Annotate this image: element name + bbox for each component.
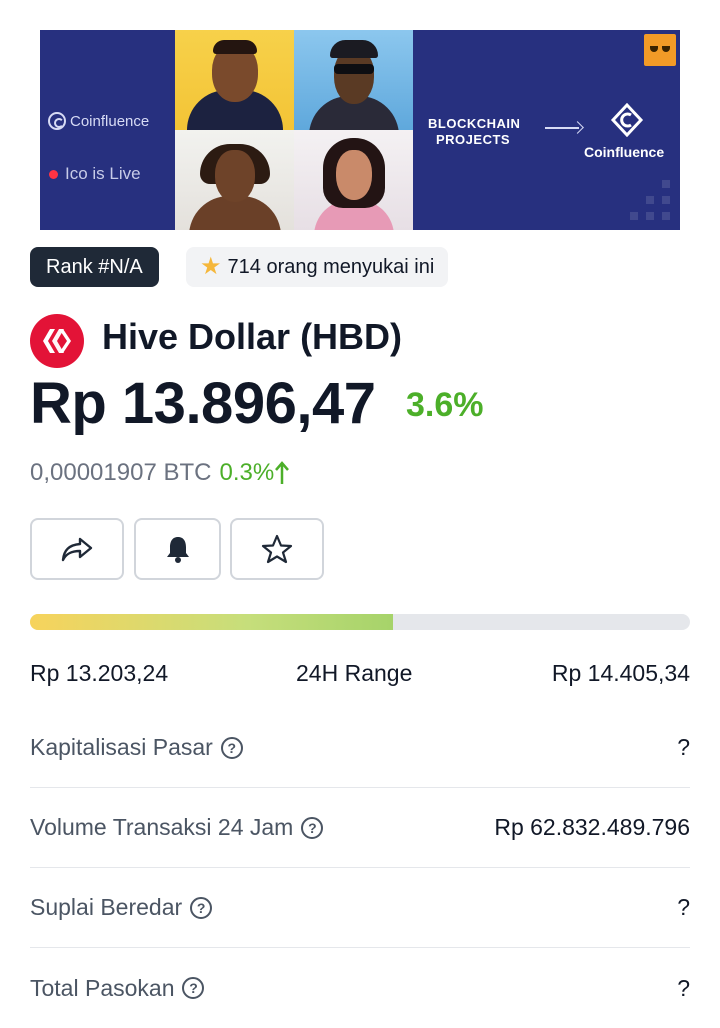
banner-left-panel: Coinfluence Ico is Live — [40, 30, 175, 230]
help-icon[interactable]: ? — [190, 896, 213, 919]
ico-live-indicator: Ico is Live — [49, 164, 141, 184]
stat-label-text: Kapitalisasi Pasar — [30, 734, 213, 760]
btc-change-percent: 0.3% — [219, 459, 275, 486]
star-icon: ★ — [200, 253, 222, 280]
banner-headline-line1: BLOCKCHAIN — [428, 116, 521, 131]
stat-label-text: Volume Transaksi 24 Jam — [30, 814, 294, 840]
share-icon — [61, 537, 93, 562]
stat-row-circulating-supply: Suplai Beredar ? ? — [30, 868, 690, 948]
stat-label-text: Suplai Beredar — [30, 894, 183, 920]
banner-brand-name: Coinfluence — [70, 112, 150, 130]
arrow-head-icon — [571, 121, 584, 134]
stat-label: Volume Transaksi 24 Jam ? — [30, 814, 324, 841]
range-bar-fill — [30, 614, 393, 630]
banner-headline: BLOCKCHAIN PROJECTS — [428, 116, 520, 148]
stat-row-market-cap: Kapitalisasi Pasar ? ? — [30, 708, 690, 788]
likes-badge: ★ 714 orang menyukai ini — [186, 247, 449, 287]
stat-label: Kapitalisasi Pasar ? — [30, 734, 243, 761]
share-button[interactable] — [30, 518, 124, 580]
star-outline-icon — [261, 534, 293, 564]
bell-icon — [166, 537, 189, 563]
rank-badge: Rank #N/A — [30, 247, 159, 287]
range-title: 24H Range — [296, 660, 413, 686]
live-dot-icon — [49, 169, 58, 179]
ico-status-text: Ico is Live — [65, 164, 141, 183]
help-icon[interactable]: ? — [220, 736, 243, 759]
btc-change: 0.3% — [219, 459, 290, 487]
range-high: Rp 14.405,34 — [551, 660, 690, 686]
banner-photo-2 — [294, 30, 413, 130]
stat-value: ? — [677, 894, 690, 920]
coin-price: Rp 13.896,47 — [30, 371, 376, 436]
coin-name: Hive Dollar (HBD) — [102, 316, 403, 357]
btc-price: 0,00001907 BTC — [30, 459, 212, 486]
stat-value: ? — [677, 974, 690, 1001]
stat-row-total-supply: Total Pasokan ? ? — [30, 948, 690, 1028]
banner-photo-3 — [175, 130, 294, 230]
banner-photo-grid — [175, 30, 413, 230]
help-icon[interactable]: ? — [182, 977, 205, 999]
banner-cta-brand: Coinfluence — [584, 144, 665, 160]
banner-headline-line2: PROJECTS — [436, 132, 511, 147]
owl-logo-icon — [644, 34, 676, 66]
stat-label: Suplai Beredar ? — [30, 894, 213, 921]
likes-count-text: 714 orang menyukai ini — [227, 255, 435, 278]
favorite-button[interactable] — [230, 518, 324, 580]
help-icon[interactable]: ? — [301, 816, 324, 839]
stat-value: ? — [677, 734, 690, 760]
hive-logo-icon — [30, 314, 84, 368]
stat-label-text: Total Pasokan — [30, 974, 175, 1001]
stat-row-volume: Volume Transaksi 24 Jam ? Rp 62.832.489.… — [30, 788, 690, 868]
banner-photo-4 — [294, 130, 413, 230]
stat-value: Rp 62.832.489.796 — [494, 814, 690, 840]
ad-banner[interactable]: Coinfluence Ico is Live BLOCKCHAIN PROJE… — [40, 30, 680, 230]
coinfluence-logo-icon — [48, 112, 66, 130]
banner-brand: Coinfluence — [48, 112, 149, 130]
range-bar — [30, 614, 690, 630]
coinfluence-large-logo-icon — [610, 103, 644, 137]
stat-label: Total Pasokan ? — [30, 974, 205, 1002]
price-change-percent: 3.6% — [406, 386, 484, 424]
price-alert-button[interactable] — [134, 518, 221, 580]
range-low: Rp 13.203,24 — [30, 660, 169, 686]
banner-photo-1 — [175, 30, 294, 130]
btc-price-line: 0,00001907 BTC 0.3% — [30, 459, 290, 487]
arrow-up-icon — [275, 461, 290, 484]
